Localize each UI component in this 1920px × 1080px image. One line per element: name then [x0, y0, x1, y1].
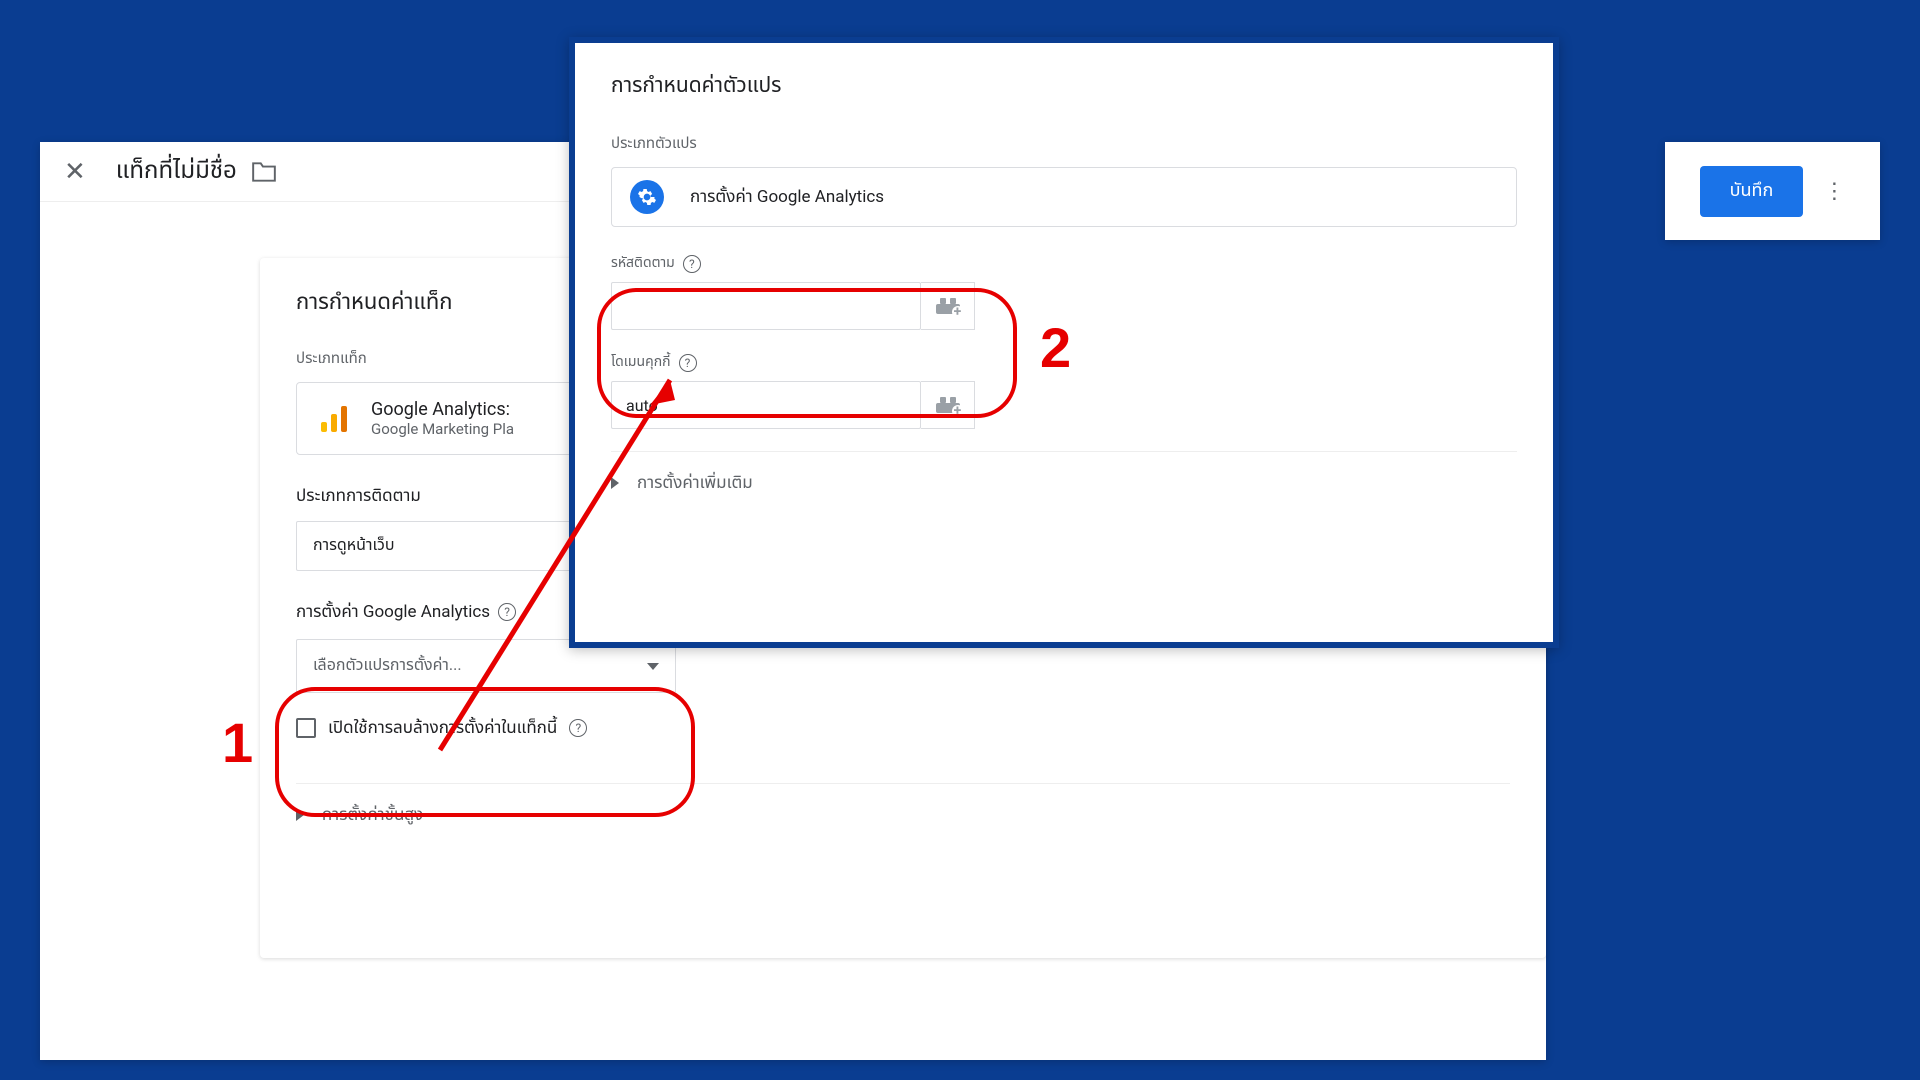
override-label: เปิดใช้การลบล้างการตั้งค่าในแท็กนี้	[328, 715, 557, 741]
help-icon[interactable]: ?	[498, 603, 516, 621]
tracking-type-select[interactable]: การดูหน้าเว็บ	[296, 521, 576, 571]
advanced-settings-toggle[interactable]: การตั้งค่าขั้นสูง	[296, 783, 1510, 828]
variable-brick-icon: +	[936, 397, 960, 413]
action-bar: บันทึก ⋮	[1665, 142, 1880, 240]
google-analytics-icon	[317, 402, 351, 436]
gear-icon	[630, 180, 664, 214]
chevron-down-icon	[647, 663, 659, 670]
cookie-domain-input[interactable]	[611, 381, 921, 429]
variable-type-selector[interactable]: การตั้งค่า Google Analytics	[611, 167, 1517, 227]
insert-variable-button[interactable]: +	[921, 381, 975, 429]
variable-advanced-toggle[interactable]: การตั้งค่าเพิ่มเติม	[611, 451, 1517, 496]
save-button[interactable]: บันทึก	[1700, 166, 1804, 217]
help-icon[interactable]: ?	[683, 255, 701, 273]
variable-type-label: ประเภทตัวแปร	[611, 132, 1517, 155]
more-menu-icon[interactable]: ⋮	[1823, 179, 1845, 204]
variable-config-panel: การกำหนดค่าตัวแปร ประเภทตัวแปร การตั้งค่…	[569, 37, 1559, 648]
variable-brick-icon: +	[936, 298, 960, 314]
help-icon[interactable]: ?	[679, 354, 697, 372]
insert-variable-button[interactable]: +	[921, 282, 975, 330]
override-settings-row[interactable]: เปิดใช้การลบล้างการตั้งค่าในแท็กนี้ ?	[296, 715, 1510, 741]
close-icon[interactable]: ✕	[64, 157, 86, 187]
folder-icon[interactable]	[251, 161, 277, 183]
variable-panel-title: การกำหนดค่าตัวแปร	[611, 71, 1517, 102]
tag-type-text: Google Analytics: Google Marketing Pla	[371, 399, 514, 438]
select-placeholder: เลือกตัวแปรการตั้งค่า...	[313, 654, 462, 678]
chevron-right-icon	[611, 477, 619, 489]
help-icon[interactable]: ?	[569, 719, 587, 737]
cookie-domain-label: โดเมนคุกกี้ ?	[611, 352, 1517, 373]
tracking-id-input[interactable]	[611, 282, 921, 330]
tag-name-input[interactable]: แท็กที่ไม่มีชื่อ	[114, 149, 239, 194]
override-checkbox[interactable]	[296, 718, 316, 738]
chevron-right-icon	[296, 809, 304, 821]
tracking-id-label: รหัสติดตาม ?	[611, 253, 1517, 274]
